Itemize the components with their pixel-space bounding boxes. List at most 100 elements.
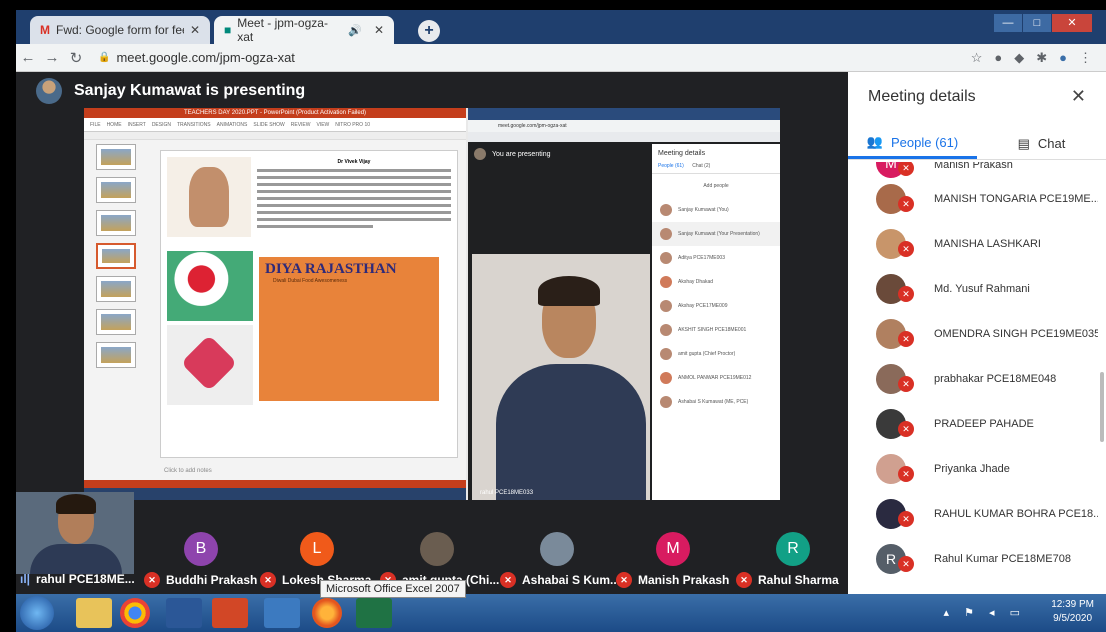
inner-participant-name: Sanjay Kumawat (Your Presentation): [678, 231, 760, 237]
profile-avatar[interactable]: ●: [1059, 50, 1067, 66]
participant-tile[interactable]: ✕ Ashabai S Kum...: [500, 532, 620, 594]
forward-icon[interactable]: →: [40, 49, 64, 66]
start-button[interactable]: [20, 596, 54, 630]
list-item[interactable]: ✕ Priyanka Jhade: [848, 446, 1098, 491]
audio-icon[interactable]: 🔊: [348, 24, 362, 37]
list-item[interactable]: ✕ PRADEEP PAHADE: [848, 401, 1098, 446]
list-item[interactable]: ✕ OMENDRA SINGH PCE19ME035: [848, 311, 1098, 356]
address-bar: ← → ↻ 🔒 meet.google.com/jpm-ogza-xat ☆ ●…: [16, 44, 1106, 72]
inner-add-people: Add people: [652, 174, 780, 198]
banner-subtitle: Diwali Dubai Food Awesomeness: [273, 278, 348, 284]
new-tab-button[interactable]: +: [418, 20, 440, 42]
list-item[interactable]: M ✕ Manish Prakash: [848, 162, 1098, 178]
maximize-button[interactable]: □: [1023, 14, 1051, 32]
participant-name: Md. Yusuf Rahmani: [934, 282, 1030, 295]
flowers-image: [167, 251, 253, 321]
tooltip: Microsoft Office Excel 2007: [320, 580, 466, 598]
clock-date: 9/5/2020: [1053, 613, 1093, 624]
excel-icon[interactable]: [356, 598, 392, 628]
mic-off-icon: ✕: [898, 196, 914, 212]
list-item: Akshay PCE17ME009: [652, 294, 780, 318]
list-item[interactable]: R ✕ Rahul Kumar PCE18ME708: [848, 536, 1098, 581]
participant-name: Rahul Kumar PCE18ME708: [934, 552, 1071, 565]
list-item[interactable]: ✕ MANISHA LASHKARI: [848, 221, 1098, 266]
close-window-button[interactable]: ✕: [1052, 14, 1092, 32]
extension-icon[interactable]: ◆: [1014, 50, 1024, 66]
mic-off-icon: ✕: [260, 572, 276, 588]
panel-title: Meeting details: [868, 88, 976, 105]
avatar: [420, 532, 454, 566]
lock-icon: 🔒: [98, 52, 111, 63]
tab-meet[interactable]: ■ Meet - jpm-ogza-xat 🔊 ✕: [214, 16, 394, 44]
powerpoint-icon[interactable]: [212, 598, 248, 628]
inner-address-bar: meet.google.com/jpm-ogza-xat: [468, 120, 780, 132]
inner-bookmarks: [468, 132, 780, 142]
slide-heading: Dr Vivek Vijay: [337, 159, 371, 165]
clock[interactable]: 12:39 PM 9/5/2020: [1051, 598, 1094, 626]
banner-title: DIYA RAJASTHAN: [265, 261, 397, 277]
chrome-icon[interactable]: [120, 598, 150, 628]
list-item: Ashabai S Kumawat (ME, PCE): [652, 390, 780, 414]
meet-icon[interactable]: [264, 598, 300, 628]
tab-chat[interactable]: ▤ Chat: [977, 128, 1106, 159]
back-icon[interactable]: ←: [16, 49, 40, 66]
tab-gmail[interactable]: M Fwd: Google form for feedback & ✕: [30, 16, 210, 44]
word-icon[interactable]: [166, 598, 202, 628]
star-icon[interactable]: ☆: [971, 50, 983, 66]
gmail-icon: M: [40, 23, 50, 37]
mic-off-icon: ✕: [736, 572, 752, 588]
reload-icon[interactable]: ↻: [64, 49, 88, 67]
ribbon-tab: NITRO PRO 10: [335, 121, 371, 128]
list-item[interactable]: ✕ RAHUL KUMAR BOHRA PCE18...: [848, 491, 1098, 536]
slide-thumbnail: [96, 309, 136, 335]
list-item[interactable]: ✕ MANISH TONGARIA PCE19ME...: [848, 176, 1098, 221]
slide-canvas: Dr Vivek Vijay DIYA RAJASTHAN Diwali Dub…: [160, 150, 458, 458]
extension-icon[interactable]: ●: [994, 50, 1002, 66]
powerpoint-window: TEACHERS DAY 2020.PPT - PowerPoint (Prod…: [84, 108, 466, 500]
firefox-icon[interactable]: [312, 598, 342, 628]
mic-off-icon: ✕: [898, 162, 914, 176]
mic-off-icon: ✕: [898, 511, 914, 527]
avatar: [474, 148, 486, 160]
tab-title: Meet - jpm-ogza-xat: [237, 16, 328, 44]
ribbon-tab: DESIGN: [151, 121, 171, 128]
people-list: M ✕ Manish Prakash ✕ MANISH TONGARIA PCE…: [848, 162, 1098, 594]
mic-off-icon: ✕: [898, 286, 914, 302]
slide-thumbnail: [96, 210, 136, 236]
list-item[interactable]: ✕ Md. Yusuf Rahmani: [848, 266, 1098, 311]
close-icon[interactable]: ✕: [374, 23, 384, 37]
close-icon[interactable]: ✕: [190, 23, 200, 37]
participant-tile[interactable]: M ✕ Manish Prakash: [616, 532, 729, 594]
presentation-screen[interactable]: TEACHERS DAY 2020.PPT - PowerPoint (Prod…: [84, 108, 780, 500]
slide-thumbnail: [96, 177, 136, 203]
heart-image: [167, 325, 253, 405]
clock-time: 12:39 PM: [1051, 599, 1094, 610]
presenting-text: Sanjay Kumawat is presenting: [74, 82, 306, 99]
list-item: amit gupta (Chief Proctor): [652, 342, 780, 366]
tab-people[interactable]: 👥 People (61): [848, 128, 977, 159]
list-item[interactable]: ✕ prabhakar PCE18ME048: [848, 356, 1098, 401]
inner-panel-title: Meeting details: [658, 150, 706, 157]
participant-name: Priyanka Jhade: [934, 462, 1010, 475]
scrollbar[interactable]: [1100, 372, 1104, 442]
slide-thumbnail: [96, 243, 136, 269]
inner-participant-name: ANMOL PANWAR PCE19ME012: [678, 375, 752, 381]
ribbon-tab: SLIDE SHOW: [253, 121, 285, 128]
participant-tile[interactable]: R ✕ Rahul Sharma: [736, 532, 844, 594]
minimize-button[interactable]: —: [994, 14, 1022, 32]
ppt-title: TEACHERS DAY 2020.PPT - PowerPoint (Prod…: [84, 108, 466, 118]
participant-name: rahul PCE18ME...: [36, 572, 135, 586]
url-field[interactable]: 🔒 meet.google.com/jpm-ogza-xat: [98, 50, 295, 65]
explorer-icon[interactable]: [76, 598, 112, 628]
inner-participant-name: Sanjay Kumawat (You): [678, 207, 729, 213]
puzzle-icon[interactable]: ✱: [1036, 50, 1047, 66]
menu-icon[interactable]: ⋮: [1079, 50, 1092, 66]
participant-tile[interactable]: B ✕ Buddhi Prakash: [144, 532, 257, 594]
ribbon-tab: ANIMATIONS: [216, 121, 248, 128]
close-icon[interactable]: ✕: [1071, 86, 1086, 107]
participant-name: MANISH TONGARIA PCE19ME...: [934, 192, 1098, 205]
participant-name: OMENDRA SINGH PCE19ME035: [934, 327, 1098, 340]
notes-placeholder: Click to add notes: [164, 468, 212, 474]
avatar: L: [300, 532, 334, 566]
presenting-banner: Sanjay Kumawat is presenting: [36, 78, 305, 104]
